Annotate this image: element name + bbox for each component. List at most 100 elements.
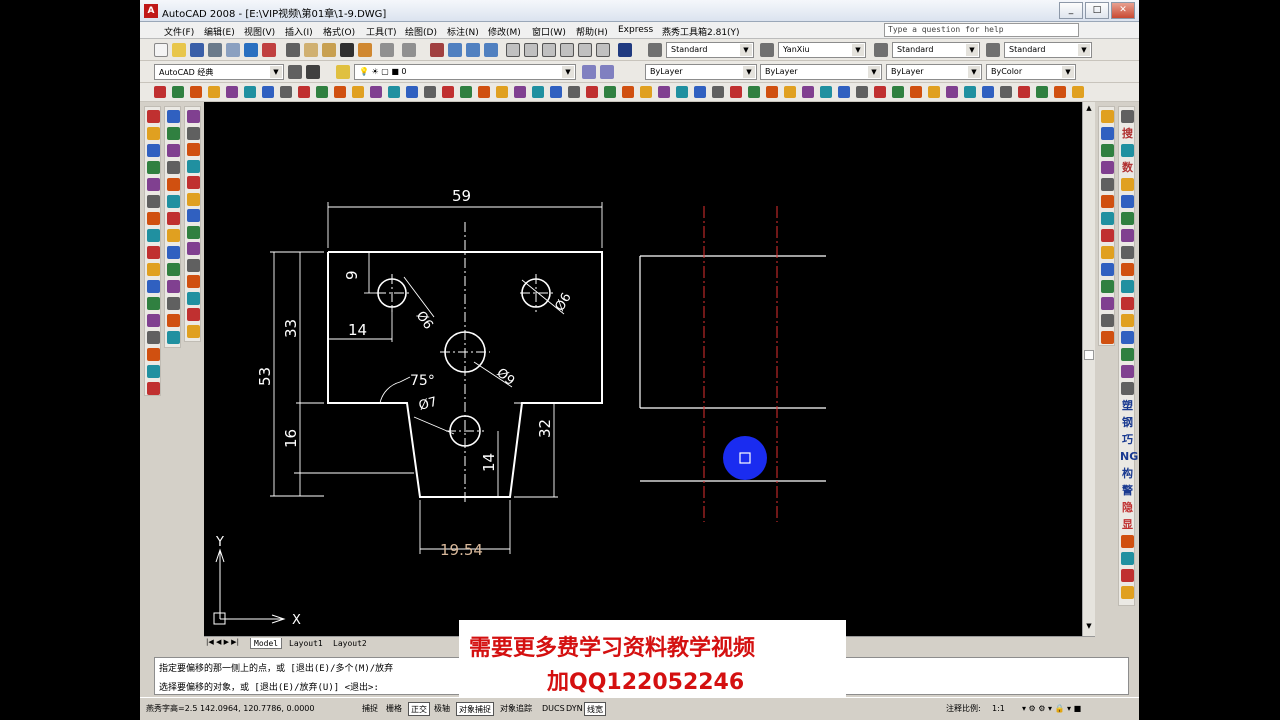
- tab-layout2[interactable]: Layout2: [330, 638, 370, 649]
- tool-icon[interactable]: [478, 86, 490, 98]
- menu-view[interactable]: 视图(V): [244, 25, 275, 38]
- tool-icon[interactable]: [460, 86, 472, 98]
- tool-icon[interactable]: [1101, 178, 1114, 191]
- tool-icon[interactable]: [1036, 86, 1048, 98]
- tool-icon[interactable]: [1121, 263, 1134, 276]
- tool-icon[interactable]: [748, 86, 760, 98]
- tab-model[interactable]: Model: [250, 638, 283, 649]
- tool-icon[interactable]: [167, 110, 180, 123]
- undo-icon[interactable]: [380, 43, 394, 57]
- tool-icon[interactable]: [187, 176, 200, 189]
- tool-icon[interactable]: [167, 263, 180, 276]
- menu-insert[interactable]: 插入(I): [285, 25, 313, 38]
- tool-icon[interactable]: [147, 365, 160, 378]
- tool-icon[interactable]: [820, 86, 832, 98]
- tool-icon[interactable]: [208, 86, 220, 98]
- tool-icon[interactable]: [167, 331, 180, 344]
- tool-icon[interactable]: [167, 212, 180, 225]
- pan-icon[interactable]: [430, 43, 444, 57]
- polar-toggle[interactable]: 极轴: [432, 702, 452, 716]
- tool-icon[interactable]: [334, 86, 346, 98]
- tool-icon[interactable]: [147, 195, 160, 208]
- help-search-input[interactable]: Type a question for help: [884, 23, 1079, 37]
- tool-icon[interactable]: [1101, 246, 1114, 259]
- properties-icon[interactable]: [506, 43, 520, 57]
- sidebar-label[interactable]: 巧: [1120, 433, 1135, 447]
- tool-icon[interactable]: [874, 86, 886, 98]
- zoom-previous-icon[interactable]: [484, 43, 498, 57]
- publish-icon[interactable]: [244, 43, 258, 57]
- sidebar-label[interactable]: 数: [1120, 161, 1135, 175]
- menu-modify[interactable]: 修改(M): [488, 25, 521, 38]
- tool-icon[interactable]: [187, 275, 200, 288]
- tool-icon[interactable]: [766, 86, 778, 98]
- otrack-toggle[interactable]: 对象追踪: [498, 702, 534, 716]
- tool-icon[interactable]: [1121, 212, 1134, 225]
- open-icon[interactable]: [172, 43, 186, 57]
- tool-icon[interactable]: [147, 382, 160, 395]
- grid-toggle[interactable]: 栅格: [384, 702, 404, 716]
- layer-manager-icon[interactable]: [336, 65, 350, 79]
- tool-icon[interactable]: [1101, 127, 1114, 140]
- tool-icon[interactable]: [187, 258, 200, 272]
- tool-icon[interactable]: [190, 86, 202, 98]
- save-icon[interactable]: [190, 43, 204, 57]
- sidebar-label[interactable]: 隐: [1120, 501, 1135, 515]
- tool-icon[interactable]: [1121, 297, 1134, 310]
- sidebar-label[interactable]: 显: [1120, 518, 1135, 532]
- tool-icon[interactable]: [676, 86, 688, 98]
- make-current-layer-icon[interactable]: [582, 65, 596, 79]
- drawing-svg[interactable]: 59 9 14 33 53 16 32 14 75° Ø6 Ø6 Ø9 Ø7 1…: [204, 102, 1082, 636]
- zoom-window-icon[interactable]: [466, 43, 480, 57]
- tool-icon[interactable]: [1121, 195, 1134, 208]
- tool-icon[interactable]: [167, 144, 180, 157]
- tool-icon[interactable]: [1101, 280, 1114, 293]
- tool-icon[interactable]: [147, 178, 160, 191]
- menu-help[interactable]: 帮助(H): [576, 25, 608, 38]
- tool-icon[interactable]: [1018, 86, 1030, 98]
- tool-icon[interactable]: [1121, 331, 1134, 344]
- workspace-select[interactable]: AutoCAD 经典 ▼: [154, 64, 284, 80]
- tool-icon[interactable]: [1000, 86, 1012, 98]
- save-workspace-icon[interactable]: [306, 65, 320, 79]
- tool-icon[interactable]: [604, 86, 616, 98]
- tool-icon[interactable]: [187, 126, 200, 140]
- tool-icon[interactable]: [167, 178, 180, 191]
- sidebar-label[interactable]: 警: [1120, 484, 1135, 498]
- tool-icon[interactable]: [262, 86, 274, 98]
- tool-icon[interactable]: [370, 86, 382, 98]
- tool-icon[interactable]: [147, 229, 160, 242]
- layer-select[interactable]: 💡 ☀ ▢ ■ 0 ▼: [354, 64, 576, 80]
- scroll-thumb[interactable]: [1084, 350, 1094, 360]
- menu-format[interactable]: 格式(O): [323, 25, 355, 38]
- dim-style-select[interactable]: YanXiu ▼: [778, 42, 866, 58]
- design-center-icon[interactable]: [524, 43, 538, 57]
- tool-icon[interactable]: [244, 86, 256, 98]
- 3d-publish-icon[interactable]: [262, 43, 276, 57]
- snap-toggle[interactable]: 捕捉: [360, 702, 380, 716]
- tool-icon[interactable]: [1121, 365, 1134, 378]
- tool-icon[interactable]: [424, 86, 436, 98]
- menu-tools[interactable]: 工具(T): [366, 25, 397, 38]
- tool-icon[interactable]: [147, 297, 160, 310]
- status-tray-icons[interactable]: ▾ ⚙ ⚙ ▾ 🔒 ▾ ■: [1020, 702, 1083, 716]
- tool-icon[interactable]: [1121, 144, 1134, 157]
- tool-icon[interactable]: [784, 86, 796, 98]
- tool-icon[interactable]: [658, 86, 670, 98]
- preview-icon[interactable]: [226, 43, 240, 57]
- tool-icon[interactable]: [147, 314, 160, 327]
- tool-icon[interactable]: [187, 192, 200, 206]
- tool-icon[interactable]: [622, 86, 634, 98]
- tool-icon[interactable]: [1101, 314, 1114, 327]
- tool-icon[interactable]: [532, 86, 544, 98]
- tool-icon[interactable]: [442, 86, 454, 98]
- help-icon[interactable]: [618, 43, 632, 57]
- ducs-toggle[interactable]: DUCS: [540, 702, 567, 716]
- copy-icon[interactable]: [304, 43, 318, 57]
- tool-icon[interactable]: [1121, 178, 1134, 191]
- mleader-style-select[interactable]: Standard ▼: [1004, 42, 1092, 58]
- menu-express[interactable]: Express: [618, 25, 653, 35]
- tool-icon[interactable]: [167, 246, 180, 259]
- tool-icon[interactable]: [586, 86, 598, 98]
- tool-icon[interactable]: [1121, 110, 1134, 123]
